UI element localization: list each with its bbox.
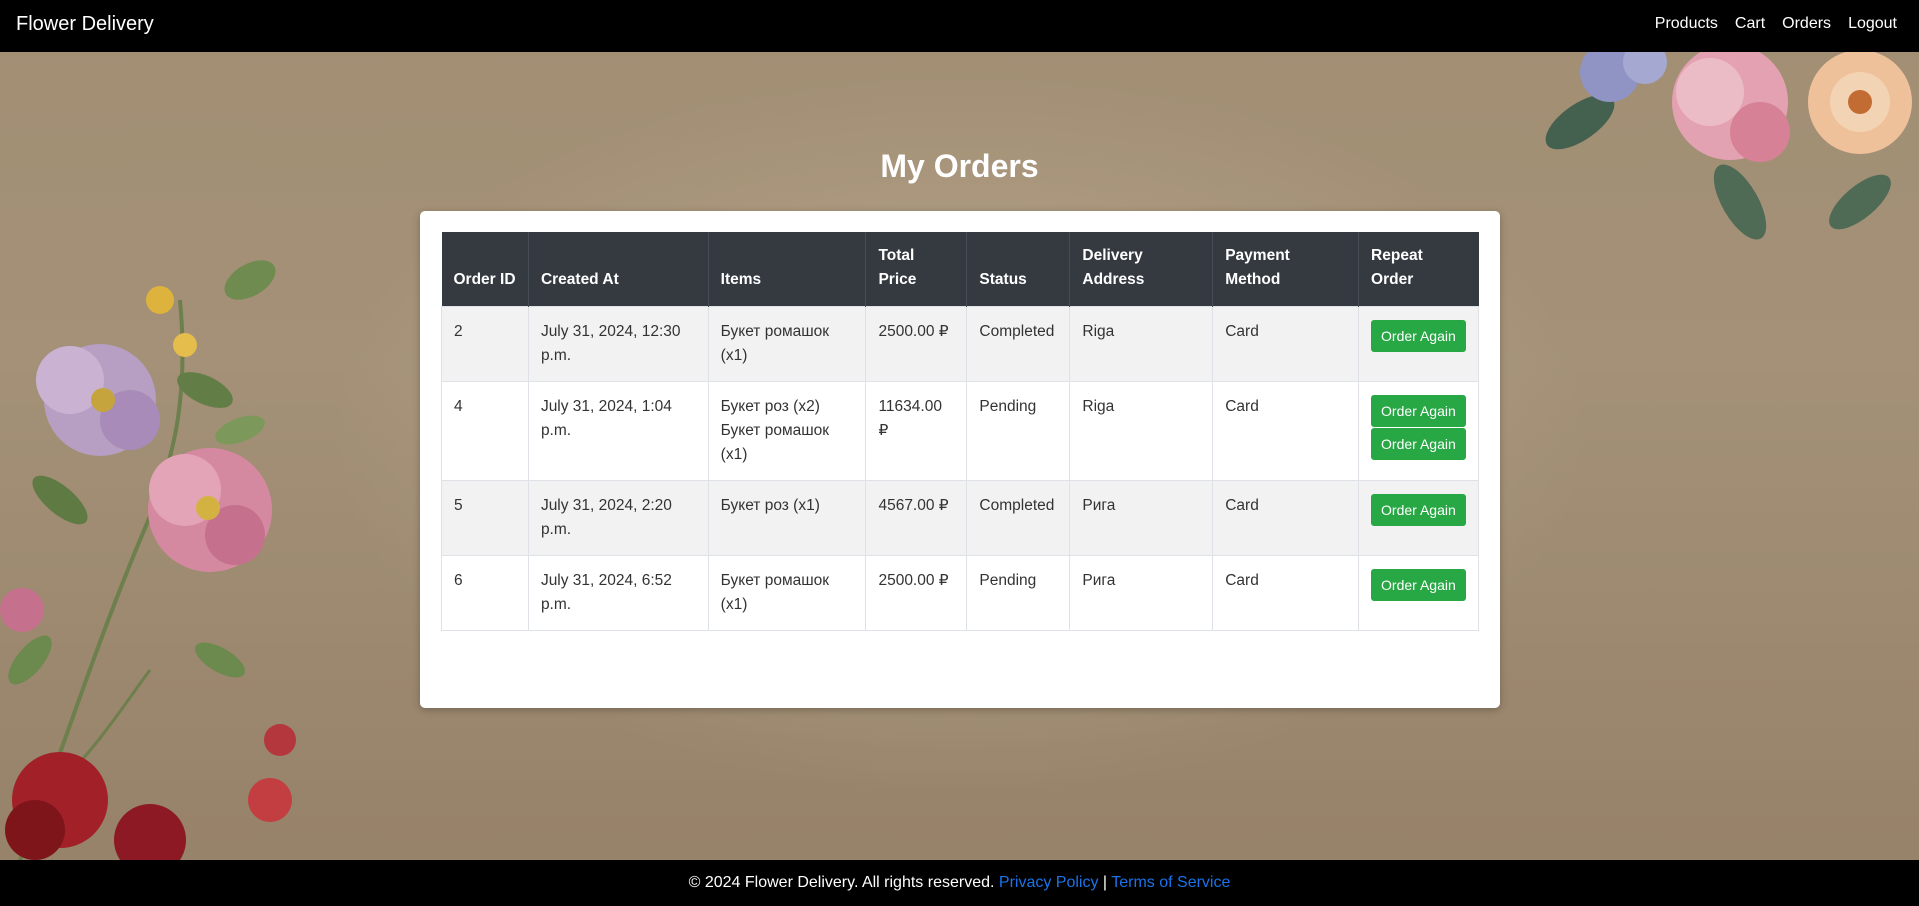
- table-row: 2 July 31, 2024, 12:30 p.m. Букет ромашо…: [441, 306, 1479, 382]
- order-again-button[interactable]: Order Again: [1371, 395, 1466, 427]
- cell-repeat-order: Order Again: [1358, 480, 1479, 556]
- orders-table: Order ID Created At Items Total Price St…: [441, 232, 1479, 631]
- item-line: Букет ромашок (x1): [720, 572, 830, 613]
- footer-separator: |: [1102, 874, 1108, 891]
- cell-delivery-address: Riga: [1069, 306, 1214, 382]
- item-line: Букет ромашок (x1): [720, 422, 830, 463]
- cell-total-price: 11634.00 ₽: [865, 381, 968, 481]
- page-footer: © 2024 Flower Delivery. All rights reser…: [0, 860, 1919, 906]
- cell-payment-method: Card: [1212, 381, 1360, 481]
- cell-total-price: 4567.00 ₽: [865, 480, 968, 556]
- cell-repeat-order: Order Again: [1358, 306, 1479, 382]
- cell-repeat-order: Order Again Order Again: [1358, 381, 1479, 481]
- cell-total-price: 2500.00 ₽: [865, 306, 968, 382]
- cell-status: Pending: [966, 381, 1071, 481]
- cell-payment-method: Card: [1212, 306, 1360, 382]
- item-line: Букет роз (x1): [720, 497, 820, 514]
- footer-copyright: © 2024 Flower Delivery. All rights reser…: [688, 874, 995, 891]
- cell-created-at: July 31, 2024, 12:30 p.m.: [527, 306, 709, 382]
- table-row: 5 July 31, 2024, 2:20 p.m. Букет роз (x1…: [441, 480, 1479, 556]
- cell-order-id: 2: [441, 306, 529, 382]
- cell-status: Pending: [966, 555, 1071, 631]
- nav-links: Products Cart Orders Logout: [1655, 15, 1897, 33]
- header-status: Status: [966, 232, 1071, 307]
- terms-of-service-link[interactable]: Terms of Service: [1111, 874, 1230, 891]
- cell-order-id: 4: [441, 381, 529, 481]
- cell-payment-method: Card: [1212, 555, 1360, 631]
- cell-repeat-order: Order Again: [1358, 555, 1479, 631]
- header-delivery-address: Delivery Address: [1069, 232, 1214, 307]
- cell-delivery-address: Рига: [1069, 480, 1214, 556]
- item-line: Букет роз (x2): [720, 398, 820, 415]
- header-repeat-order: Repeat Order: [1358, 232, 1479, 307]
- item-line: Букет ромашок (x1): [720, 323, 830, 364]
- nav-link-logout[interactable]: Logout: [1848, 15, 1897, 33]
- cell-order-id: 5: [441, 480, 529, 556]
- table-row: 6 July 31, 2024, 6:52 p.m. Букет ромашок…: [441, 555, 1479, 631]
- top-navbar: Flower Delivery Products Cart Orders Log…: [0, 0, 1919, 52]
- order-again-button[interactable]: Order Again: [1371, 569, 1466, 601]
- cell-items: Букет ромашок (x1): [707, 306, 867, 382]
- nav-link-orders[interactable]: Orders: [1782, 15, 1831, 33]
- header-payment-method: Payment Method: [1212, 232, 1360, 307]
- cell-items: Букет ромашок (x1): [707, 555, 867, 631]
- header-order-id: Order ID: [441, 232, 529, 307]
- table-header-row: Order ID Created At Items Total Price St…: [441, 232, 1479, 307]
- header-created-at: Created At: [528, 232, 709, 307]
- header-items: Items: [708, 232, 867, 307]
- floral-decoration-left: [0, 260, 296, 860]
- page-title: My Orders: [880, 148, 1039, 184]
- cell-status: Completed: [966, 480, 1071, 556]
- privacy-policy-link[interactable]: Privacy Policy: [999, 874, 1099, 891]
- order-again-button[interactable]: Order Again: [1371, 494, 1466, 526]
- cell-items: Букет роз (x1): [707, 480, 867, 556]
- brand-link[interactable]: Flower Delivery: [16, 13, 154, 36]
- cell-total-price: 2500.00 ₽: [865, 555, 968, 631]
- nav-link-products[interactable]: Products: [1655, 15, 1718, 33]
- table-row: 4 July 31, 2024, 1:04 p.m. Букет роз (x2…: [441, 381, 1479, 481]
- cell-created-at: July 31, 2024, 2:20 p.m.: [527, 480, 709, 556]
- cell-items: Букет роз (x2) Букет ромашок (x1): [707, 381, 867, 481]
- nav-link-cart[interactable]: Cart: [1735, 15, 1765, 33]
- header-total-price: Total Price: [865, 232, 968, 307]
- orders-card: Order ID Created At Items Total Price St…: [420, 211, 1500, 708]
- cell-payment-method: Card: [1212, 480, 1360, 556]
- cell-order-id: 6: [441, 555, 529, 631]
- order-again-button[interactable]: Order Again: [1371, 428, 1466, 460]
- cell-delivery-address: Рига: [1069, 555, 1214, 631]
- cell-created-at: July 31, 2024, 6:52 p.m.: [527, 555, 709, 631]
- order-again-button[interactable]: Order Again: [1371, 320, 1466, 352]
- cell-status: Completed: [966, 306, 1071, 382]
- cell-delivery-address: Riga: [1069, 381, 1214, 481]
- cell-created-at: July 31, 2024, 1:04 p.m.: [527, 381, 709, 481]
